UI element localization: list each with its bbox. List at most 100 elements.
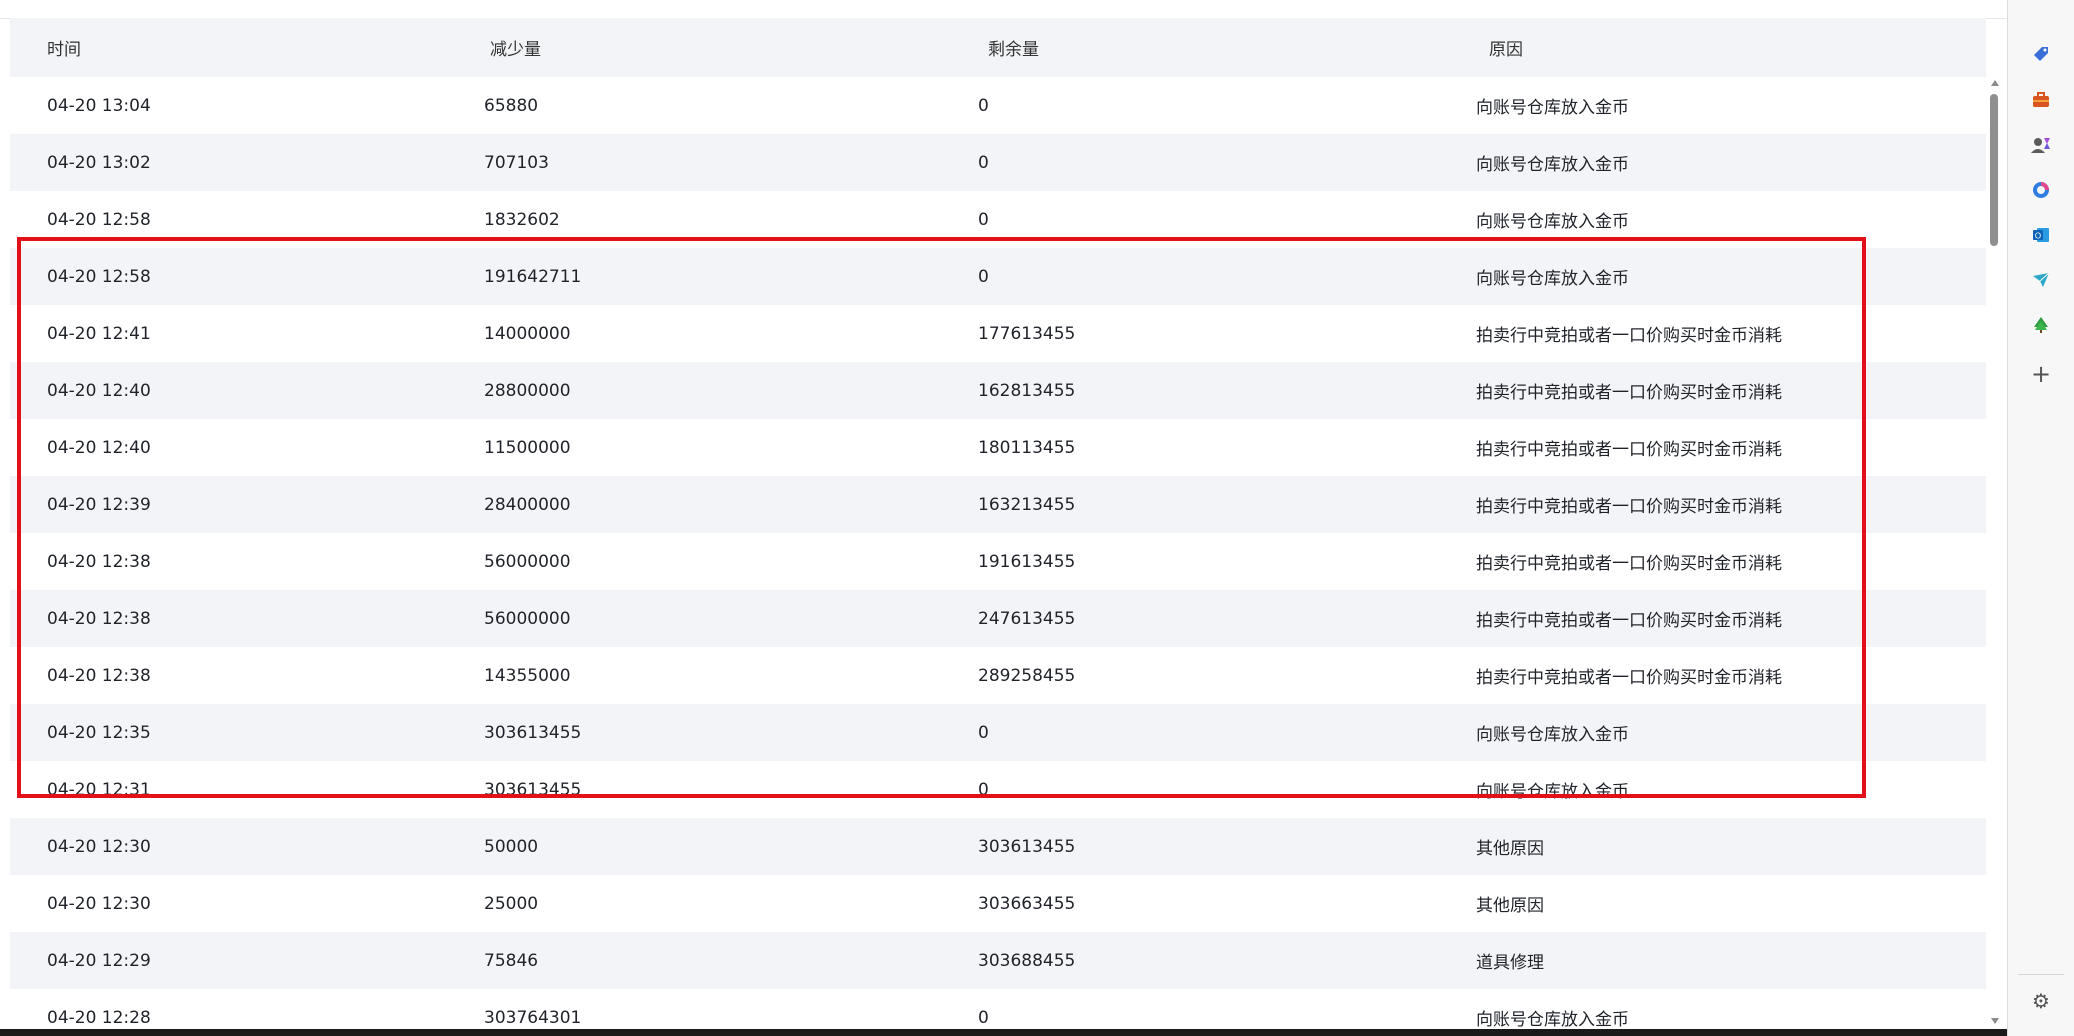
table-row: 04-20 12:38 56000000 247613455 拍卖行中竞拍或者一口价购… (10, 590, 1986, 647)
cell-time: 04-20 12:31 (47, 779, 151, 800)
table-row: 04-20 12:29 75846 303688455 道具修理 (10, 932, 1986, 989)
send-icon[interactable] (2029, 268, 2053, 292)
table-row: 04-20 12:58 191642711 0 向账号仓库放入金币 (10, 248, 1986, 305)
cell-remaining: 0 (978, 779, 989, 800)
cell-remaining: 247613455 (978, 608, 1076, 629)
cell-reason: 拍卖行中竞拍或者一口价购买时金币消耗 (1476, 497, 1782, 517)
table-row: 04-20 12:40 28800000 162813455 拍卖行中竞拍或者一口价购… (10, 362, 1986, 419)
scroll-down-arrow-icon[interactable] (1991, 1018, 1999, 1024)
cell-remaining: 177613455 (978, 323, 1076, 344)
top-divider (0, 0, 2007, 19)
cell-remaining: 0 (978, 722, 989, 743)
table-row: 04-20 12:30 25000 303663455 其他原因 (10, 875, 1986, 932)
gear-icon[interactable]: ⚙ (2029, 989, 2053, 1013)
cell-remaining: 0 (978, 266, 989, 287)
table-row: 04-20 12:39 28400000 163213455 拍卖行中竞拍或者一口价购… (10, 476, 1986, 533)
gold-decrease-table: 时间 减少量 剩余量 原因 04-20 13:04 65880 0 向账号仓库放入金币… (10, 18, 1986, 1029)
cell-decrease: 28800000 (484, 380, 571, 401)
cell-reason: 其他原因 (1476, 839, 1544, 859)
table-row: 04-20 12:31 303613455 0 向账号仓库放入金币 (10, 761, 1986, 818)
cell-time: 04-20 12:58 (47, 209, 151, 230)
cell-time: 04-20 12:38 (47, 608, 151, 629)
cell-remaining: 303663455 (978, 893, 1076, 914)
cell-remaining: 0 (978, 1007, 989, 1028)
vertical-scrollbar[interactable] (1988, 80, 2002, 1024)
cell-decrease: 191642711 (484, 266, 582, 287)
cell-reason: 其他原因 (1476, 896, 1544, 916)
cell-reason: 向账号仓库放入金币 (1476, 1010, 1629, 1029)
table-row: 04-20 13:02 707103 0 向账号仓库放入金币 (10, 134, 1986, 191)
cell-reason: 道具修理 (1476, 953, 1544, 973)
copilot-icon[interactable] (2029, 178, 2053, 202)
cell-remaining: 0 (978, 152, 989, 173)
cell-reason: 向账号仓库放入金币 (1476, 269, 1629, 289)
cell-time: 04-20 12:39 (47, 494, 151, 515)
cell-decrease: 303764301 (484, 1007, 582, 1028)
cell-time: 04-20 12:30 (47, 893, 151, 914)
cell-decrease: 1832602 (484, 209, 560, 230)
cell-remaining: 163213455 (978, 494, 1076, 515)
scroll-thumb[interactable] (1990, 94, 1998, 246)
outlook-icon[interactable]: O (2029, 223, 2053, 247)
cell-decrease: 28400000 (484, 494, 571, 515)
add-icon[interactable]: + (2029, 362, 2053, 386)
cell-remaining: 0 (978, 209, 989, 230)
people-icon[interactable] (2029, 133, 2053, 157)
header-reason: 原因 (1489, 40, 1523, 60)
cell-remaining: 303613455 (978, 836, 1076, 857)
cell-decrease: 56000000 (484, 608, 571, 629)
svg-text:O: O (2035, 232, 2041, 241)
header-time: 时间 (47, 40, 81, 60)
cell-decrease: 56000000 (484, 551, 571, 572)
gold-log-page: 时间 减少量 剩余量 原因 04-20 13:04 65880 0 向账号仓库放入金币… (0, 0, 2007, 1029)
cell-remaining: 289258455 (978, 665, 1076, 686)
cell-reason: 向账号仓库放入金币 (1476, 212, 1629, 232)
cell-remaining: 191613455 (978, 551, 1076, 572)
cell-decrease: 303613455 (484, 722, 582, 743)
cell-decrease: 50000 (484, 836, 539, 857)
cell-time: 04-20 12:40 (47, 437, 151, 458)
scroll-up-arrow-icon[interactable] (1991, 80, 1999, 86)
tree-icon[interactable] (2029, 313, 2053, 337)
table-row: 04-20 12:58 1832602 0 向账号仓库放入金币 (10, 191, 1986, 248)
cell-reason: 拍卖行中竞拍或者一口价购买时金币消耗 (1476, 440, 1782, 460)
table-header: 时间 减少量 剩余量 原因 (10, 18, 1986, 77)
table-row: 04-20 13:04 65880 0 向账号仓库放入金币 (10, 77, 1986, 134)
cell-time: 04-20 12:40 (47, 380, 151, 401)
header-decrease: 减少量 (490, 40, 541, 60)
cell-reason: 拍卖行中竞拍或者一口价购买时金币消耗 (1476, 383, 1782, 403)
browser-sidebar: O + ⚙ (2007, 0, 2074, 1036)
cell-decrease: 707103 (484, 152, 549, 173)
cell-reason: 拍卖行中竞拍或者一口价购买时金币消耗 (1476, 554, 1782, 574)
cell-time: 04-20 12:28 (47, 1007, 151, 1028)
table-row: 04-20 12:30 50000 303613455 其他原因 (10, 818, 1986, 875)
cell-reason: 向账号仓库放入金币 (1476, 155, 1629, 175)
cell-decrease: 14355000 (484, 665, 571, 686)
cell-time: 04-20 12:29 (47, 950, 151, 971)
table-row: 04-20 12:40 11500000 180113455 拍卖行中竞拍或者一口价购… (10, 419, 1986, 476)
cell-reason: 向账号仓库放入金币 (1476, 725, 1629, 745)
cell-time: 04-20 12:41 (47, 323, 151, 344)
briefcase-icon[interactable] (2029, 88, 2053, 112)
cell-reason: 拍卖行中竞拍或者一口价购买时金币消耗 (1476, 668, 1782, 688)
cell-decrease: 65880 (484, 95, 539, 116)
cell-time: 04-20 12:30 (47, 836, 151, 857)
cell-remaining: 0 (978, 95, 989, 116)
cell-time: 04-20 12:38 (47, 551, 151, 572)
cell-decrease: 14000000 (484, 323, 571, 344)
cell-decrease: 11500000 (484, 437, 571, 458)
bottom-edge (0, 1029, 2007, 1036)
table-row: 04-20 12:28 303764301 0 向账号仓库放入金币 (10, 989, 1986, 1030)
table-body: 04-20 13:04 65880 0 向账号仓库放入金币 04-20 13:02 707… (10, 77, 1986, 1029)
cell-time: 04-20 12:58 (47, 266, 151, 287)
cell-reason: 拍卖行中竞拍或者一口价购买时金币消耗 (1476, 611, 1782, 631)
header-remaining: 剩余量 (988, 40, 1039, 60)
cell-time: 04-20 12:35 (47, 722, 151, 743)
table-row: 04-20 12:41 14000000 177613455 拍卖行中竞拍或者一口价购… (10, 305, 1986, 362)
cell-reason: 拍卖行中竞拍或者一口价购买时金币消耗 (1476, 326, 1782, 346)
table-row: 04-20 12:35 303613455 0 向账号仓库放入金币 (10, 704, 1986, 761)
tag-icon[interactable] (2029, 42, 2053, 66)
cell-decrease: 303613455 (484, 779, 582, 800)
cell-remaining: 180113455 (978, 437, 1076, 458)
cell-reason: 向账号仓库放入金币 (1476, 98, 1629, 118)
